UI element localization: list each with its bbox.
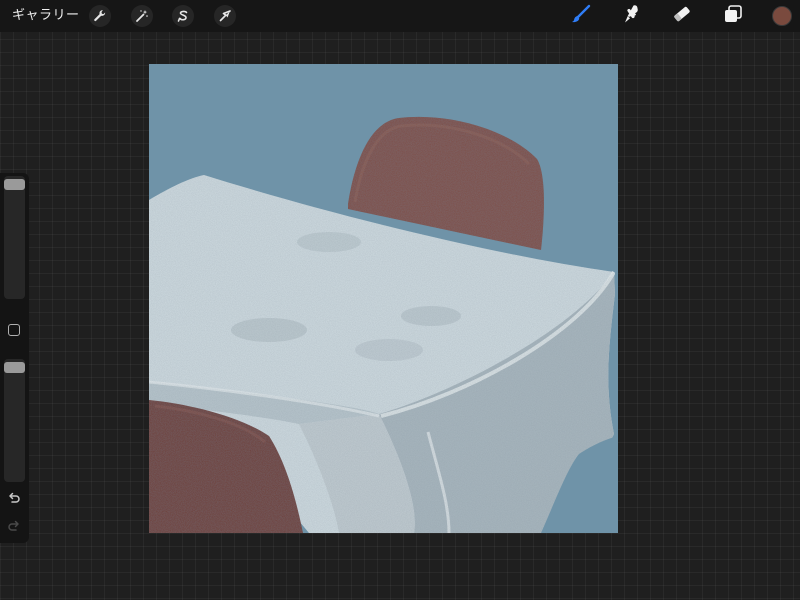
redo-button[interactable] — [6, 520, 22, 536]
smudge-tool-button[interactable] — [621, 5, 643, 27]
undo-icon — [7, 491, 21, 510]
transform-icon — [218, 9, 232, 23]
canvas-artwork — [149, 64, 618, 533]
layers-button[interactable] — [722, 5, 744, 27]
color-picker-button[interactable] — [772, 6, 792, 26]
brush-size-slider[interactable] — [4, 176, 25, 299]
actions-button[interactable] — [89, 5, 111, 27]
drawing-canvas[interactable] — [149, 64, 618, 533]
eraser-icon — [671, 3, 693, 29]
left-sidebar — [0, 173, 29, 543]
brush-icon — [570, 3, 592, 29]
layers-icon — [722, 3, 744, 29]
undo-button[interactable] — [6, 492, 22, 508]
magic-wand-icon — [135, 9, 149, 23]
redo-icon — [7, 519, 21, 538]
wrench-icon — [93, 9, 107, 23]
selection-button[interactable] — [172, 5, 194, 27]
selection-icon — [176, 9, 190, 23]
opacity-slider[interactable] — [4, 359, 25, 482]
eraser-tool-button[interactable] — [671, 5, 693, 27]
transform-button[interactable] — [214, 5, 236, 27]
adjustments-button[interactable] — [131, 5, 153, 27]
brush-tool-button[interactable] — [570, 3, 592, 29]
smudge-icon — [621, 3, 643, 29]
color-picker-square-icon[interactable] — [8, 324, 20, 336]
top-toolbar: ギャラリー — [0, 0, 800, 32]
opacity-slider-thumb[interactable] — [4, 362, 25, 373]
gallery-button[interactable]: ギャラリー — [12, 8, 80, 24]
brush-size-slider-thumb[interactable] — [4, 179, 25, 190]
